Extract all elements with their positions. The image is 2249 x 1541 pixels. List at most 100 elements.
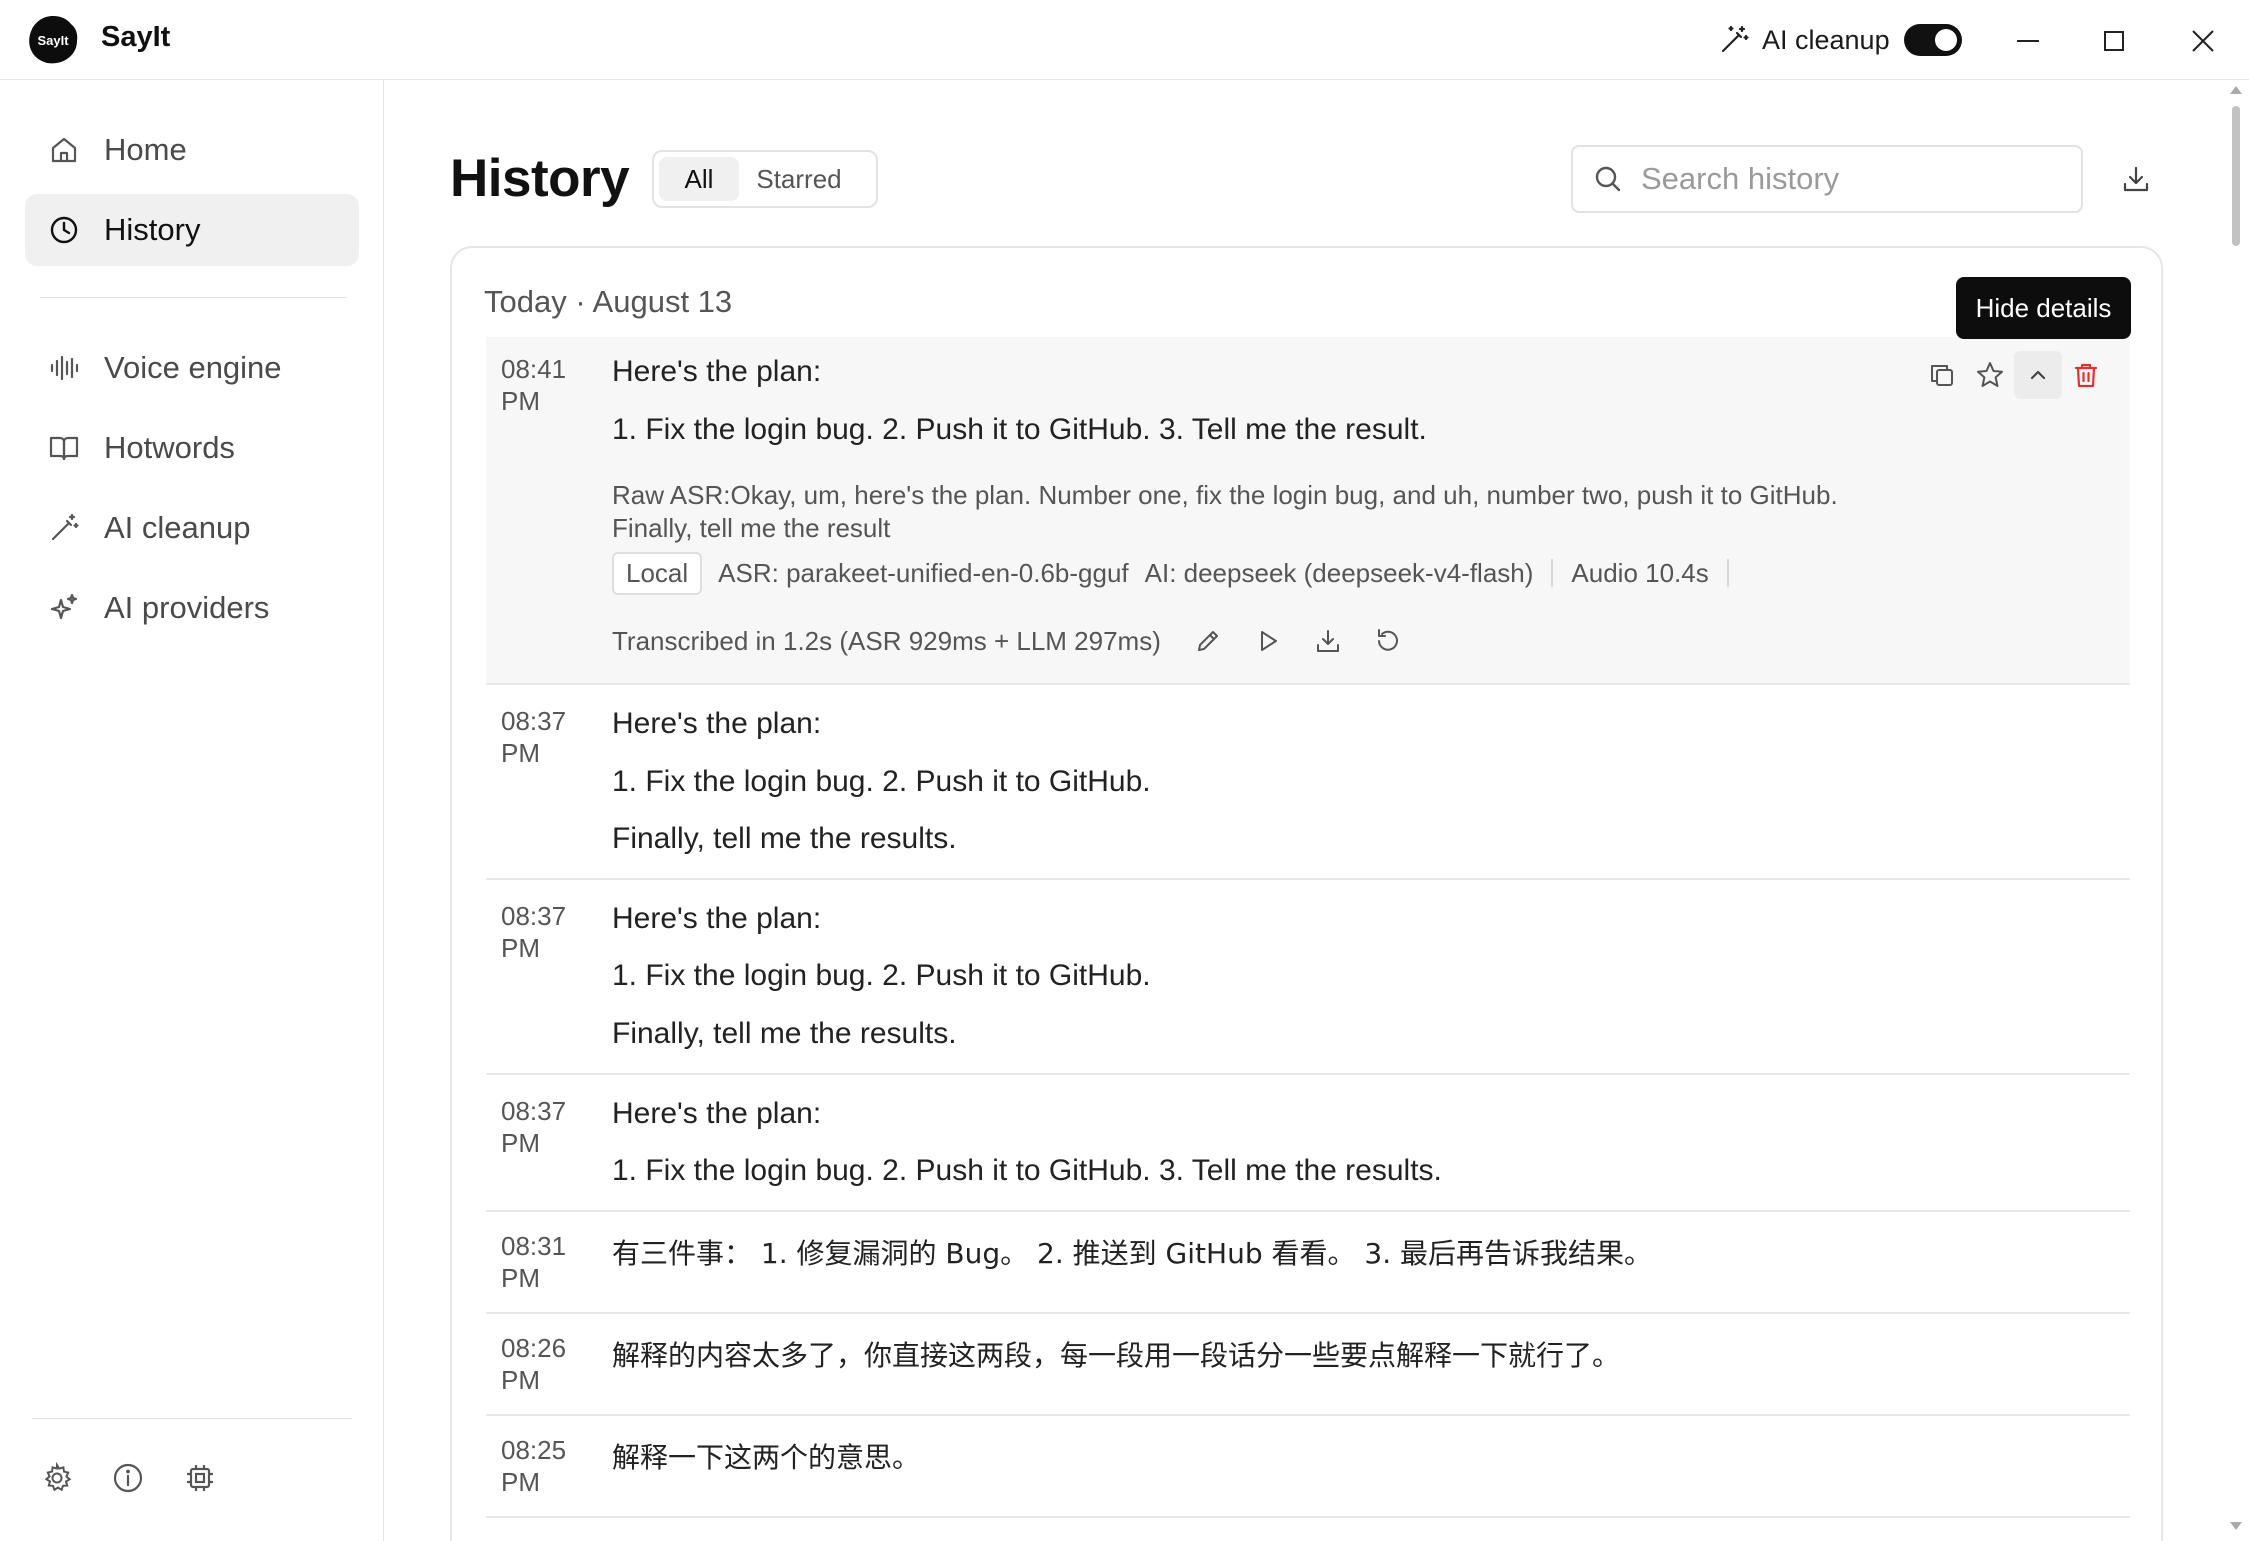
search-box[interactable] [1571, 145, 2083, 213]
entry-time-ampm: PM [501, 1128, 540, 1158]
wand-icon [47, 511, 81, 545]
entry-time: 08:37 PM [501, 705, 581, 769]
entry-actions [1918, 351, 2110, 399]
date-group-title: Today · August 13 [484, 284, 733, 319]
hide-details-button[interactable] [2014, 351, 2062, 399]
scroll-down-arrow[interactable] [2230, 1522, 2242, 1530]
sidebar-item-history[interactable]: History [25, 194, 359, 266]
retranscribe-button[interactable] [1367, 620, 1409, 662]
entry-footer-row: Transcribed in 1.2s (ASR 929ms + LLM 297… [612, 619, 1409, 663]
scroll-up-arrow[interactable] [2230, 86, 2242, 94]
maximize-icon [2104, 31, 2124, 51]
history-entry[interactable]: 08:37 PM Here's the plan: 1. Fix the log… [486, 880, 2130, 1075]
local-badge: Local [612, 551, 703, 595]
filter-all-tab[interactable]: All [659, 157, 739, 201]
refresh-icon [1377, 629, 1398, 651]
entry-text-line: 1. Fix the login bug. 2. Push it to GitH… [612, 1154, 1442, 1187]
play-audio-button[interactable] [1247, 620, 1289, 662]
entry-time-ampm: PM [501, 738, 540, 768]
download-audio-button[interactable] [1307, 620, 1349, 662]
close-icon [2192, 30, 2214, 52]
entry-text-line: Here's the plan: [612, 902, 822, 935]
main-scrollbar[interactable] [2230, 86, 2242, 1536]
edit-button[interactable] [1187, 620, 1229, 662]
home-icon [47, 133, 81, 167]
history-filter: All Starred [652, 150, 878, 208]
minimize-icon [2017, 40, 2039, 42]
settings-button[interactable] [37, 1458, 77, 1498]
about-button[interactable] [108, 1458, 148, 1498]
history-entry[interactable]: 08:31 PM 有三件事： 1. 修复漏洞的 Bug。 2. 推送到 GitH… [486, 1212, 2130, 1314]
app-name: SayIt [101, 21, 171, 53]
entry-text-line: 解释的内容太多了，你直接这两段，每一段用一段话分一些要点解释一下就行了。 [612, 1339, 1621, 1372]
raw-asr-text: Raw ASR:Okay, um, here's the plan. Numbe… [612, 480, 1838, 543]
entry-time-clock: 08:31 [501, 1231, 567, 1261]
page-title: History [450, 149, 630, 208]
entry-text-line: 解释一下这两个的意思。 [612, 1441, 921, 1474]
sidebar-item-voice-engine[interactable]: Voice engine [25, 332, 359, 404]
entry-time-ampm: PM [501, 1263, 540, 1293]
asr-model-label: ASR: parakeet-unified-en-0.6b-gguf [718, 557, 1129, 588]
history-entry[interactable]: 08:26 PM 解释的内容太多了，你直接这两段，每一段用一段话分一些要点解释一… [486, 1314, 2130, 1416]
entry-text-line: Finally, tell me the results. [612, 822, 957, 855]
book-icon [47, 431, 81, 465]
close-window-button[interactable] [2180, 18, 2226, 64]
sidebar-item-label: Hotwords [104, 430, 235, 465]
sidebar-item-label: History [104, 212, 201, 247]
sidebar-footer-divider [32, 1418, 352, 1419]
hardware-button[interactable] [180, 1458, 220, 1498]
hide-details-tooltip: Hide details [1956, 277, 2131, 339]
entry-time: 08:31 PM [501, 1230, 581, 1294]
sidebar-item-ai-providers[interactable]: AI providers [25, 572, 359, 644]
entry-meta-row: Local ASR: parakeet-unified-en-0.6b-gguf… [612, 551, 1747, 595]
sidebar-item-label: AI cleanup [104, 510, 251, 545]
export-history-button[interactable] [2113, 156, 2159, 202]
star-button[interactable] [1966, 351, 2014, 399]
entry-time-ampm: PM [501, 1365, 540, 1395]
entry-time-clock: 08:26 [501, 1333, 567, 1363]
history-entry-expanded[interactable]: 08:41 PM Here's the plan: 1. Fix the log… [486, 337, 2130, 685]
download-icon [1316, 630, 1339, 652]
entry-time: 08:41 PM [501, 353, 581, 417]
sidebar-divider [40, 297, 346, 298]
settings-icon [44, 1462, 72, 1492]
minimize-button[interactable] [2005, 18, 2051, 64]
entry-time: 08:26 PM [501, 1332, 581, 1396]
entry-time: 08:37 PM [501, 900, 581, 964]
switch-knob [1934, 29, 1957, 51]
history-entry[interactable]: 08:25 PM 解释一下这两个的意思。 [486, 1416, 2130, 1518]
entry-time-clock: 08:41 [501, 354, 567, 384]
waveform-icon [47, 351, 81, 385]
sidebar-item-home[interactable]: Home [25, 114, 359, 186]
maximize-button[interactable] [2091, 18, 2137, 64]
entry-text-line: Finally, tell me the results. [612, 1017, 957, 1050]
delete-button[interactable] [2062, 351, 2110, 399]
meta-separator [1551, 559, 1554, 587]
search-input[interactable] [1641, 161, 2061, 197]
filter-starred-tab[interactable]: Starred [739, 157, 859, 201]
sidebar-item-ai-cleanup[interactable]: AI cleanup [25, 492, 359, 564]
star-icon [1977, 362, 2003, 387]
ai-cleanup-switch[interactable] [1903, 24, 1962, 56]
entry-text-line: Here's the plan: [612, 1097, 822, 1130]
info-icon [113, 1463, 143, 1493]
entry-time: 08:25 PM [501, 1434, 581, 1498]
history-entry[interactable]: 08:37 PM Here's the plan: 1. Fix the log… [486, 685, 2130, 880]
svg-text:SayIt: SayIt [37, 33, 69, 48]
entry-time-clock: 08:37 [501, 901, 567, 931]
audio-duration-label: Audio 10.4s [1571, 557, 1709, 588]
clock-icon [47, 213, 81, 247]
entry-time-ampm: PM [501, 386, 540, 416]
copy-button[interactable] [1918, 351, 1966, 399]
history-entry[interactable]: 08:37 PM Here's the plan: 1. Fix the log… [486, 1075, 2130, 1212]
entry-text-line: Here's the plan: [612, 707, 822, 740]
entry-time-clock: 08:37 [501, 1096, 567, 1126]
sidebar-item-hotwords[interactable]: Hotwords [25, 412, 359, 484]
entry-text-line: 1. Fix the login bug. 2. Push it to GitH… [612, 959, 1151, 992]
ai-model-label: AI: deepseek (deepseek-v4-flash) [1144, 557, 1534, 588]
ai-cleanup-toggle-group[interactable]: AI cleanup [1718, 20, 1962, 60]
copy-icon [1931, 365, 1953, 386]
transcription-timing: Transcribed in 1.2s (ASR 929ms + LLM 297… [612, 625, 1161, 656]
scrollbar-thumb[interactable] [2232, 106, 2240, 246]
download-icon [2123, 166, 2149, 192]
